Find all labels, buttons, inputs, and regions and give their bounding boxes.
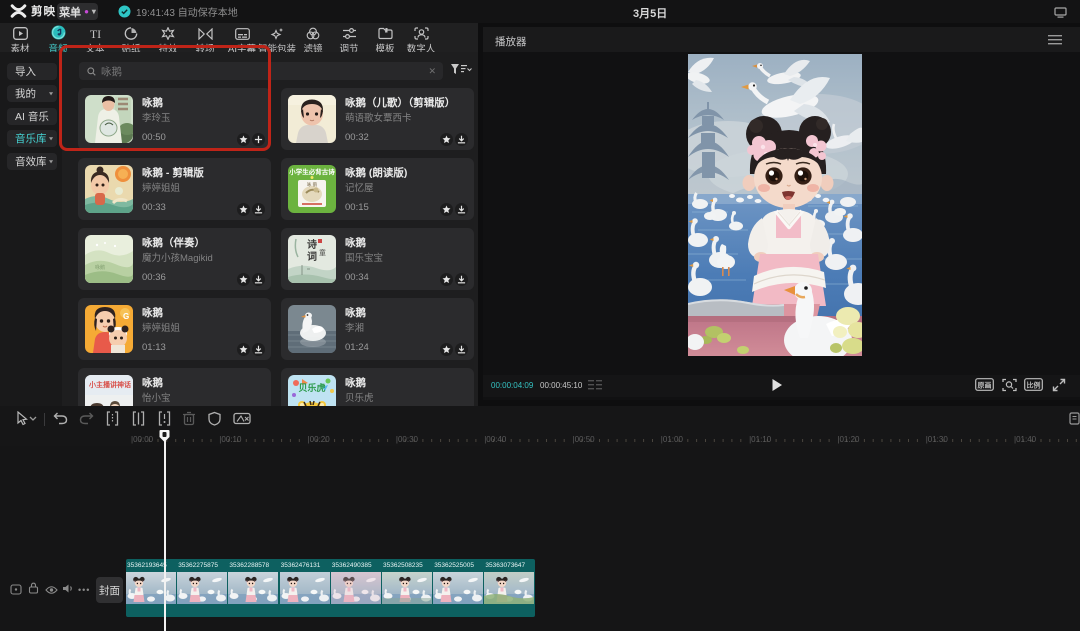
svg-text:咏 鹅: 咏 鹅 — [307, 181, 318, 188]
svg-text:原画: 原画 — [978, 382, 992, 390]
svg-text:小学生必背古诗: 小学生必背古诗 — [288, 167, 335, 176]
svg-text:G: G — [123, 312, 129, 321]
svg-text:童: 童 — [319, 248, 326, 257]
svg-text:小主播讲神话: 小主播讲神话 — [88, 380, 131, 389]
svg-text:词: 词 — [307, 250, 317, 263]
svg-text:诗: 诗 — [307, 238, 317, 251]
svg-text:TI: TI — [89, 27, 100, 40]
svg-text:贝乐虎: 贝乐虎 — [298, 382, 325, 393]
svg-text:比例: 比例 — [1027, 381, 1041, 390]
svg-text:咏鹅: 咏鹅 — [95, 264, 105, 271]
